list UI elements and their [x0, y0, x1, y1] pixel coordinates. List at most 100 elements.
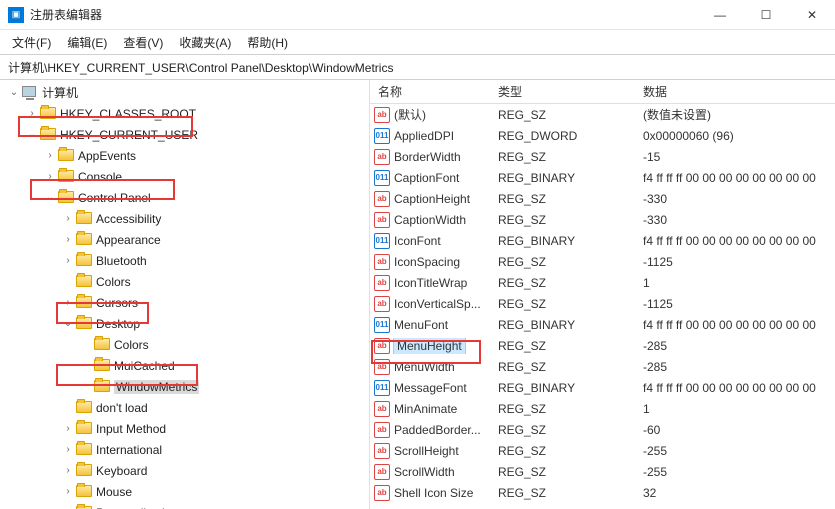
- chevron-right-icon[interactable]: ›: [60, 465, 76, 476]
- value-row[interactable]: abMinAnimateREG_SZ1: [370, 398, 835, 419]
- chevron-down-icon[interactable]: ⌄: [24, 129, 40, 140]
- value-row[interactable]: abIconVerticalSp...REG_SZ-1125: [370, 293, 835, 314]
- string-value-icon: ab: [374, 107, 390, 123]
- string-value-icon: ab: [374, 149, 390, 165]
- chevron-right-icon[interactable]: ›: [60, 423, 76, 434]
- chevron-right-icon[interactable]: ›: [60, 234, 76, 245]
- value-row[interactable]: abCaptionHeightREG_SZ-330: [370, 188, 835, 209]
- value-row[interactable]: abBorderWidthREG_SZ-15: [370, 146, 835, 167]
- value-row[interactable]: 011MessageFontREG_BINARYf4 ff ff ff 00 0…: [370, 377, 835, 398]
- menu-view[interactable]: 查看(V): [117, 34, 169, 51]
- menu-file[interactable]: 文件(F): [6, 34, 57, 51]
- chevron-right-icon[interactable]: ›: [60, 213, 76, 224]
- tree-item[interactable]: ⌄计算机: [0, 82, 369, 103]
- chevron-right-icon[interactable]: ›: [60, 255, 76, 266]
- value-row[interactable]: abIconTitleWrapREG_SZ1: [370, 272, 835, 293]
- chevron-down-icon[interactable]: ⌄: [6, 87, 22, 98]
- column-data[interactable]: 数据: [635, 83, 835, 100]
- folder-icon: [76, 317, 92, 331]
- value-name: BorderWidth: [394, 150, 461, 164]
- string-value-icon: ab: [374, 443, 390, 459]
- value-data: -1125: [635, 255, 835, 269]
- chevron-right-icon[interactable]: ›: [42, 150, 58, 161]
- address-bar[interactable]: 计算机\HKEY_CURRENT_USER\Control Panel\Desk…: [0, 54, 835, 80]
- tree-item[interactable]: ›Input Method: [0, 418, 369, 439]
- tree-item[interactable]: ⌄ Desktop: [0, 313, 369, 334]
- folder-icon: [76, 506, 92, 509]
- chevron-down-icon[interactable]: ⌄: [60, 318, 76, 329]
- tree-item[interactable]: ›Console: [0, 166, 369, 187]
- tree-item[interactable]: ›Keyboard: [0, 460, 369, 481]
- tree-item-label: Bluetooth: [96, 254, 147, 268]
- value-row[interactable]: abMenuHeightREG_SZ-285: [370, 335, 835, 356]
- tree-item[interactable]: › Bluetooth: [0, 250, 369, 271]
- value-data: f4 ff ff ff 00 00 00 00 00 00 00 00: [635, 318, 835, 332]
- value-row[interactable]: abMenuWidthREG_SZ-285: [370, 356, 835, 377]
- chevron-down-icon[interactable]: ⌄: [42, 192, 58, 203]
- tree-item[interactable]: › International: [0, 439, 369, 460]
- tree-item[interactable]: ›Appearance: [0, 229, 369, 250]
- tree-item[interactable]: ⌄Control Panel: [0, 187, 369, 208]
- tree-item[interactable]: don't load: [0, 397, 369, 418]
- tree-item[interactable]: Colors: [0, 271, 369, 292]
- value-row[interactable]: abScrollHeightREG_SZ-255: [370, 440, 835, 461]
- value-row[interactable]: abIconSpacingREG_SZ-1125: [370, 251, 835, 272]
- value-type: REG_BINARY: [490, 381, 635, 395]
- tree-item[interactable]: ›Accessibility: [0, 208, 369, 229]
- column-name[interactable]: 名称: [370, 83, 490, 100]
- value-data: 0x00000060 (96): [635, 129, 835, 143]
- value-row[interactable]: 011CaptionFontREG_BINARYf4 ff ff ff 00 0…: [370, 167, 835, 188]
- value-row[interactable]: ab(默认)REG_SZ(数值未设置): [370, 104, 835, 125]
- menu-favorites[interactable]: 收藏夹(A): [173, 34, 237, 51]
- value-row[interactable]: 011IconFontREG_BINARYf4 ff ff ff 00 00 0…: [370, 230, 835, 251]
- chevron-right-icon[interactable]: ›: [24, 108, 40, 119]
- chevron-right-icon[interactable]: ›: [42, 171, 58, 182]
- value-row[interactable]: abPaddedBorder...REG_SZ-60: [370, 419, 835, 440]
- tree-item-label: International: [96, 443, 162, 457]
- menu-edit[interactable]: 编辑(E): [61, 34, 113, 51]
- value-data: f4 ff ff ff 00 00 00 00 00 00 00 00: [635, 171, 835, 185]
- value-name: CaptionFont: [394, 171, 459, 185]
- value-row[interactable]: 011MenuFontREG_BINARYf4 ff ff ff 00 00 0…: [370, 314, 835, 335]
- value-name: CaptionHeight: [394, 192, 470, 206]
- value-row[interactable]: abScrollWidthREG_SZ-255: [370, 461, 835, 482]
- tree-item-label: HKEY_CLASSES_ROOT: [60, 107, 196, 121]
- chevron-right-icon[interactable]: ›: [60, 486, 76, 497]
- value-row[interactable]: abShell Icon SizeREG_SZ32: [370, 482, 835, 503]
- menu-help[interactable]: 帮助(H): [241, 34, 294, 51]
- value-type: REG_SZ: [490, 444, 635, 458]
- value-type: REG_SZ: [490, 276, 635, 290]
- value-data: 32: [635, 486, 835, 500]
- registry-tree[interactable]: ⌄计算机 › HKEY_CLASSES_ROOT ⌄ HKEY_CURRENT_USER…: [0, 80, 370, 509]
- tree-item[interactable]: ⌄ HKEY_CURRENT_USER: [0, 124, 369, 145]
- value-type: REG_SZ: [490, 213, 635, 227]
- tree-item[interactable]: › HKEY_CLASSES_ROOT: [0, 103, 369, 124]
- tree-item-label: Desktop: [96, 317, 140, 331]
- value-type: REG_SZ: [490, 423, 635, 437]
- value-data: 1: [635, 402, 835, 416]
- binary-value-icon: 011: [374, 170, 390, 186]
- value-name: IconFont: [394, 234, 441, 248]
- maximize-button[interactable]: ☐: [743, 0, 789, 29]
- tree-item[interactable]: WindowMetrics: [0, 376, 369, 397]
- binary-value-icon: 011: [374, 128, 390, 144]
- tree-item[interactable]: MuiCached: [0, 355, 369, 376]
- minimize-button[interactable]: —: [697, 0, 743, 29]
- tree-item[interactable]: ›AppEvents: [0, 145, 369, 166]
- tree-item[interactable]: ›Mouse: [0, 481, 369, 502]
- tree-item-label: HKEY_CURRENT_USER: [60, 128, 198, 142]
- value-type: REG_BINARY: [490, 234, 635, 248]
- column-type[interactable]: 类型: [490, 83, 635, 100]
- tree-item-label: Cursors: [96, 296, 138, 310]
- value-list[interactable]: ab(默认)REG_SZ(数值未设置)011AppliedDPIREG_DWOR…: [370, 104, 835, 509]
- tree-item[interactable]: ›Personalization: [0, 502, 369, 509]
- value-name: MenuHeight: [394, 338, 465, 354]
- value-row[interactable]: abCaptionWidthREG_SZ-330: [370, 209, 835, 230]
- close-button[interactable]: ✕: [789, 0, 835, 29]
- value-row[interactable]: 011AppliedDPIREG_DWORD0x00000060 (96): [370, 125, 835, 146]
- list-header: 名称 类型 数据: [370, 80, 835, 104]
- chevron-right-icon[interactable]: ›: [60, 444, 76, 455]
- tree-item[interactable]: › Cursors: [0, 292, 369, 313]
- tree-item[interactable]: Colors: [0, 334, 369, 355]
- chevron-right-icon[interactable]: ›: [60, 297, 76, 308]
